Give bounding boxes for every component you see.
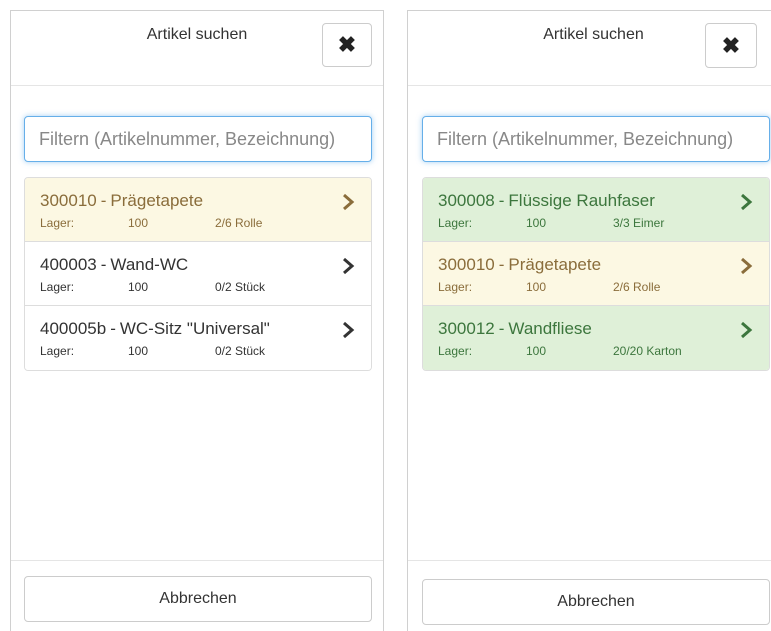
article-separator: - [110, 319, 116, 338]
chevron-right-icon [741, 257, 753, 275]
close-icon: ✖ [721, 32, 741, 58]
stock-label: Lager: [40, 280, 75, 294]
article-number: 300008 [438, 191, 495, 210]
cancel-button[interactable]: Abbrechen [422, 579, 770, 625]
filter-input[interactable] [24, 116, 372, 162]
article-list: 300008- Flüssige Rauhfaser Lager: 100 3/3… [422, 177, 770, 371]
dialog-header: Artikel suchen ✖ [408, 11, 771, 86]
article-title: 300012- Wandfliese [438, 319, 592, 339]
close-button[interactable]: ✖ [705, 23, 757, 68]
article-separator: - [498, 255, 505, 274]
article-list-item[interactable]: 300012- Wandfliese Lager: 100 20/20 Karto… [423, 306, 769, 370]
article-title: 300010- Prägetapete [438, 255, 601, 275]
chevron-right-icon [343, 257, 355, 275]
article-number: 300010 [40, 191, 97, 210]
quantity-value: 2/6 Rolle [215, 216, 263, 230]
article-list-item[interactable]: 400005b - WC-Sitz "Universal" Lager: 100 0… [25, 306, 371, 370]
chevron-right-icon [343, 321, 355, 339]
article-title: 300008- Flüssige Rauhfaser [438, 191, 655, 211]
article-name: Prägetapete [508, 255, 602, 274]
stock-value: 100 [526, 280, 547, 294]
article-name: Flüssige Rauhfaser [508, 191, 655, 210]
stock-value: 100 [526, 344, 547, 358]
article-list: 300010- Prägetapete Lager: 100 2/6 Rolle … [24, 177, 372, 371]
stock-label: Lager: [438, 216, 473, 230]
quantity-value: 3/3 Eimer [613, 216, 665, 230]
stock-label: Lager: [40, 216, 75, 230]
dialog-header: Artikel suchen ✖ [11, 11, 383, 86]
chevron-right-icon [343, 193, 355, 211]
article-number: 400005b [40, 319, 107, 338]
article-number: 400003 [40, 255, 97, 274]
article-title: 400005b - WC-Sitz "Universal" [40, 319, 270, 339]
stock-label: Lager: [40, 344, 75, 358]
article-name: Wandfliese [508, 319, 592, 338]
article-name: WC-Sitz "Universal" [119, 319, 270, 338]
article-name: Wand-WC [110, 255, 189, 274]
article-number: 300010 [438, 255, 495, 274]
close-button[interactable]: ✖ [322, 23, 372, 67]
chevron-right-icon [741, 193, 753, 211]
article-separator: - [100, 255, 107, 274]
article-list-item[interactable]: 400003- Wand-WC Lager: 100 0/2 Stück [25, 242, 371, 306]
article-list-item[interactable]: 300008- Flüssige Rauhfaser Lager: 100 3/3… [423, 178, 769, 242]
stock-value: 100 [128, 344, 149, 358]
article-search-dialog-left: Artikel suchen ✖ 300010-Prägetapete Lage… [10, 10, 384, 631]
filter-input[interactable] [422, 116, 770, 162]
cancel-button[interactable]: Abbrechen [24, 576, 372, 622]
article-separator: - [498, 319, 505, 338]
stock-label: Lager: [438, 280, 473, 294]
article-number: 300012 [438, 319, 495, 338]
close-icon: ✖ [337, 32, 357, 57]
dialog-footer: Abbrechen [408, 560, 771, 631]
article-search-dialog-right: Artikel suchen ✖ 300008-Flüssige Rauhfas… [407, 10, 771, 631]
quantity-value: 2/6 Rolle [613, 280, 661, 294]
chevron-right-icon [741, 321, 753, 339]
article-title: 400003- Wand-WC [40, 255, 188, 275]
article-name: Prägetapete [110, 191, 204, 210]
quantity-value: 0/2 Stück [215, 344, 266, 358]
article-separator: - [100, 191, 107, 210]
article-list-item[interactable]: 300010- Prägetapete Lager: 100 2/6 Rolle [25, 178, 371, 242]
quantity-value: 0/2 Stück [215, 280, 266, 294]
stock-value: 100 [526, 216, 547, 230]
stock-label: Lager: [438, 344, 473, 358]
stock-value: 100 [128, 216, 149, 230]
stock-value: 100 [128, 280, 149, 294]
dialog-footer: Abbrechen [11, 560, 383, 631]
article-title: 300010- Prägetapete [40, 191, 203, 211]
article-separator: - [498, 191, 505, 210]
article-list-item[interactable]: 300010- Prägetapete Lager: 100 2/6 Rolle [423, 242, 769, 306]
quantity-value: 20/20 Karton [613, 344, 682, 358]
